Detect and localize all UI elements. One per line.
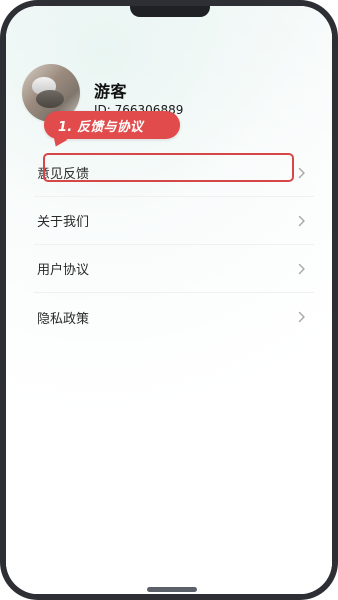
menu-item-label: 用户协议 [37,263,90,278]
tutorial-callout: 1. 反馈与协议 [44,111,180,139]
user-name: 游客 [94,82,128,101]
chevron-right-icon [294,309,310,325]
chevron-right-icon [294,213,310,229]
menu-item-label: 隐私政策 [37,311,90,327]
device-notch [130,6,210,17]
chevron-right-icon [294,165,310,181]
chevron-right-icon [294,261,310,277]
menu-item-about-us[interactable]: 关于我们 [34,197,314,245]
menu-item-user-agreement[interactable]: 用户协议 [34,245,314,293]
home-indicator [147,587,197,592]
tutorial-callout-label: 1. 反馈与协议 [58,119,144,135]
phone-frame: 游客 ID: 766306889 1. 反馈与协议 意见反馈 关于我们 用户协议… [0,0,338,600]
menu-item-privacy-policy[interactable]: 隐私政策 [34,293,314,341]
menu-item-label: 关于我们 [37,215,90,230]
app-screen: 游客 ID: 766306889 1. 反馈与协议 意见反馈 关于我们 用户协议… [6,6,332,594]
feedback-highlight-box [43,153,294,182]
